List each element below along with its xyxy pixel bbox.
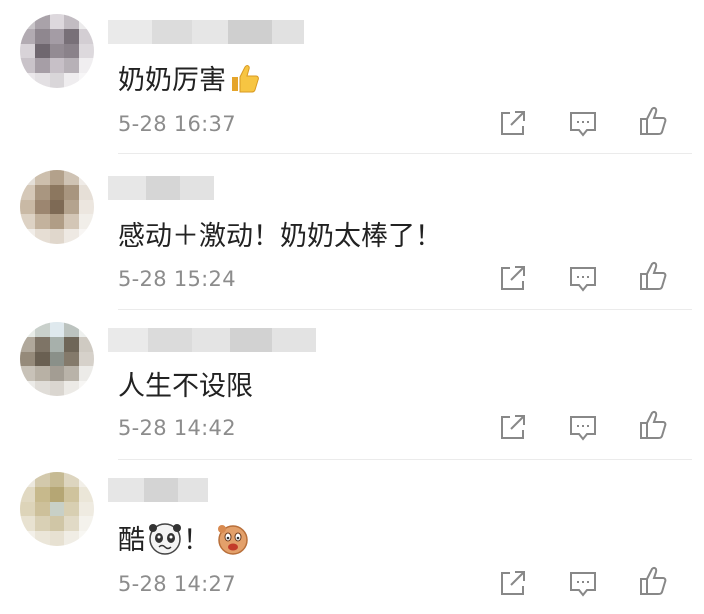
- avatar[interactable]: [20, 322, 94, 396]
- panda-face-emoji: [149, 522, 181, 555]
- thumbs-up-icon[interactable]: [636, 104, 670, 138]
- username-blurred[interactable]: [108, 328, 316, 352]
- comment-time: 5-28 16:37: [118, 112, 236, 136]
- avatar[interactable]: [20, 14, 94, 88]
- comment-text-content: 奶奶厉害: [118, 65, 226, 96]
- comment-text-content: 人生不设限: [118, 371, 253, 402]
- exclamation-mark: ！: [183, 525, 210, 556]
- username-blurred[interactable]: [108, 176, 214, 200]
- comment-icon[interactable]: [566, 106, 600, 140]
- avatar[interactable]: [20, 472, 94, 546]
- laughing-blob-emoji: [218, 524, 248, 555]
- avatar[interactable]: [20, 170, 94, 244]
- share-icon[interactable]: [496, 410, 530, 444]
- divider: [118, 459, 692, 460]
- comment-text: 酷 ！: [118, 518, 250, 557]
- share-icon[interactable]: [496, 566, 530, 600]
- username-blurred[interactable]: [108, 20, 304, 44]
- comment-icon[interactable]: [566, 410, 600, 444]
- comment-text: 奶奶厉害: [118, 58, 262, 97]
- comment-text-content: 感动＋激动！奶奶太棒了！: [118, 221, 442, 252]
- comment-text-content: 酷: [118, 525, 145, 556]
- thumbs-up-icon[interactable]: [636, 564, 670, 598]
- share-icon[interactable]: [496, 106, 530, 140]
- thumbs-up-emoji: [232, 64, 259, 92]
- thumbs-up-icon[interactable]: [636, 408, 670, 442]
- username-blurred[interactable]: [108, 478, 208, 502]
- comment-text: 感动＋激动！奶奶太棒了！: [118, 214, 442, 253]
- thumbs-up-icon[interactable]: [636, 259, 670, 293]
- divider: [118, 153, 692, 154]
- comment-time: 5-28 14:42: [118, 416, 236, 440]
- comment-icon[interactable]: [566, 261, 600, 295]
- comment-time: 5-28 14:27: [118, 572, 236, 596]
- divider: [118, 309, 692, 310]
- comment-icon[interactable]: [566, 566, 600, 600]
- comment-time: 5-28 15:24: [118, 267, 236, 291]
- share-icon[interactable]: [496, 261, 530, 295]
- comment-text: 人生不设限: [118, 364, 253, 403]
